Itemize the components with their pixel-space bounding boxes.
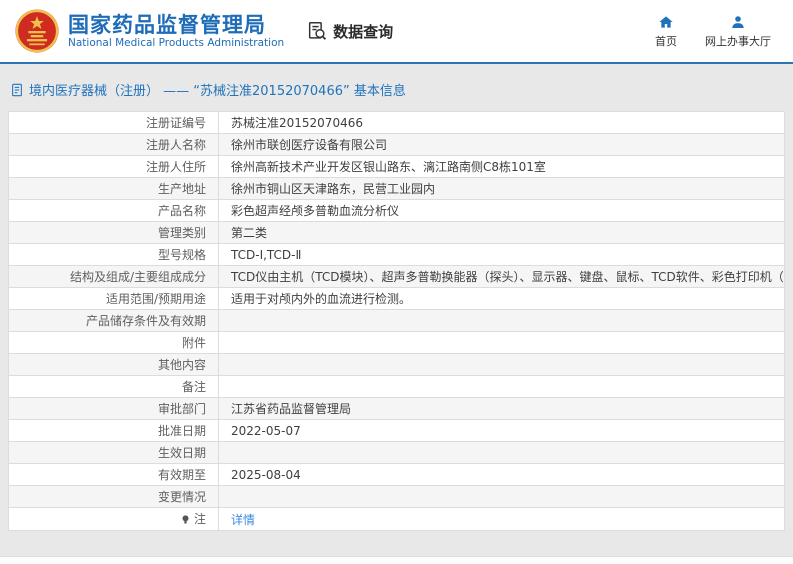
detail-link[interactable]: 详情 xyxy=(231,513,255,527)
table-row: 结构及组成/主要组成成分 TCD仪由主机（TCD模块）、超声多普勒换能器（探头）… xyxy=(8,265,785,288)
data-query-label: 数据查询 xyxy=(333,22,394,41)
data-query-icon xyxy=(309,22,327,40)
row-value: TCD仪由主机（TCD模块）、超声多普勒换能器（探头）、显示器、键盘、鼠标、TC… xyxy=(231,270,784,284)
row-value: 徐州市联创医疗设备有限公司 xyxy=(231,138,388,152)
table-row: 备注 xyxy=(8,375,785,398)
table-row: 管理类别 第二类 xyxy=(8,221,785,244)
table-row: 审批部门 江苏省药品监督管理局 xyxy=(8,397,785,420)
table-row: 注 详情 xyxy=(8,507,785,531)
row-label: 注册证编号 xyxy=(145,116,206,130)
row-value: 徐州高新技术产业开发区银山路东、漓江路南侧C8栋101室 xyxy=(231,160,546,174)
info-table-body: 注册证编号 苏械注准20152070466 注册人名称 徐州市联创医疗设备有限公… xyxy=(8,111,785,531)
agency-logo: 国家药品监督管理局 National Medical Products Admi… xyxy=(14,8,284,54)
row-label: 生效日期 xyxy=(157,446,206,460)
row-value: 江苏省药品监督管理局 xyxy=(231,402,352,416)
table-row: 适用范围/预期用途 适用于对颅内外的血流进行检测。 xyxy=(8,287,785,310)
header: 国家药品监督管理局 National Medical Products Admi… xyxy=(0,0,793,62)
document-icon xyxy=(12,83,22,96)
table-row: 注册人名称 徐州市联创医疗设备有限公司 xyxy=(8,133,785,156)
row-value: TCD-Ⅰ,TCD-Ⅱ xyxy=(231,247,302,262)
table-row: 生产地址 徐州市铜山区天津路东，民营工业园内 xyxy=(8,177,785,200)
row-label: 注册人住所 xyxy=(145,160,206,174)
header-nav: 首页 网上办事大厅 xyxy=(655,14,771,49)
note-icon xyxy=(180,514,191,528)
table-row: 其他内容 xyxy=(8,353,785,376)
nav-home[interactable]: 首页 xyxy=(655,14,677,49)
table-row: 注册证编号 苏械注准20152070466 xyxy=(8,111,785,134)
nav-service-hall-label: 网上办事大厅 xyxy=(705,34,771,48)
row-value: 2025-08-04 xyxy=(231,467,301,482)
row-label: 批准日期 xyxy=(157,424,206,438)
row-label: 变更情况 xyxy=(157,490,206,504)
row-value: 2022-05-07 xyxy=(231,423,301,438)
nav-home-label: 首页 xyxy=(655,34,677,48)
table-wrap: 注册证编号 苏械注准20152070466 注册人名称 徐州市联创医疗设备有限公… xyxy=(8,111,785,531)
row-label: 其他内容 xyxy=(157,358,206,372)
agency-subtitle: National Medical Products Administration xyxy=(68,37,285,50)
table-row: 产品储存条件及有效期 xyxy=(8,309,785,332)
row-value: 彩色超声经颅多普勒血流分析仪 xyxy=(231,204,400,218)
row-label: 有效期至 xyxy=(157,468,206,482)
table-row: 生效日期 xyxy=(8,441,785,464)
info-table: 注册证编号 苏械注准20152070466 注册人名称 徐州市联创医疗设备有限公… xyxy=(8,111,785,531)
row-label: 备注 xyxy=(181,380,206,394)
user-icon xyxy=(732,15,744,28)
breadcrumb-text: 境内医疗器械（注册） —— “苏械注准20152070466” 基本信息 xyxy=(29,84,406,99)
table-row: 产品名称 彩色超声经颅多普勒血流分析仪 xyxy=(8,199,785,222)
row-label: 结构及组成/主要组成成分 xyxy=(69,270,206,284)
national-emblem-icon xyxy=(15,9,59,53)
table-row: 附件 xyxy=(8,331,785,354)
footer-strip xyxy=(0,556,793,564)
table-row: 变更情况 xyxy=(8,485,785,508)
row-value: 徐州市铜山区天津路东，民营工业园内 xyxy=(231,182,436,196)
row-label: 产品名称 xyxy=(157,204,206,218)
row-label: 注册人名称 xyxy=(145,138,206,152)
row-label: 注 xyxy=(193,512,206,526)
table-row: 型号规格 TCD-Ⅰ,TCD-Ⅱ xyxy=(8,243,785,266)
row-label: 产品储存条件及有效期 xyxy=(85,314,206,328)
home-icon xyxy=(659,15,673,28)
row-label: 型号规格 xyxy=(157,248,206,262)
data-query-tab[interactable]: 数据查询 xyxy=(306,20,393,42)
row-value: 苏械注准20152070466 xyxy=(231,116,363,130)
row-value: 适用于对颅内外的血流进行检测。 xyxy=(231,292,412,306)
table-row: 注册人住所 徐州高新技术产业开发区银山路东、漓江路南侧C8栋101室 xyxy=(8,155,785,178)
breadcrumb: 境内医疗器械（注册） —— “苏械注准20152070466” 基本信息 xyxy=(0,64,793,111)
agency-title: 国家药品监督管理局 xyxy=(68,12,266,37)
nav-service-hall[interactable]: 网上办事大厅 xyxy=(705,14,771,49)
row-value: 第二类 xyxy=(231,226,268,240)
table-row: 有效期至 2025-08-04 xyxy=(8,463,785,486)
table-row: 批准日期 2022-05-07 xyxy=(8,419,785,442)
row-label: 审批部门 xyxy=(157,402,206,416)
row-label: 管理类别 xyxy=(157,226,206,240)
row-label: 附件 xyxy=(181,336,206,350)
row-label: 生产地址 xyxy=(157,182,206,196)
row-label: 适用范围/预期用途 xyxy=(105,292,206,306)
